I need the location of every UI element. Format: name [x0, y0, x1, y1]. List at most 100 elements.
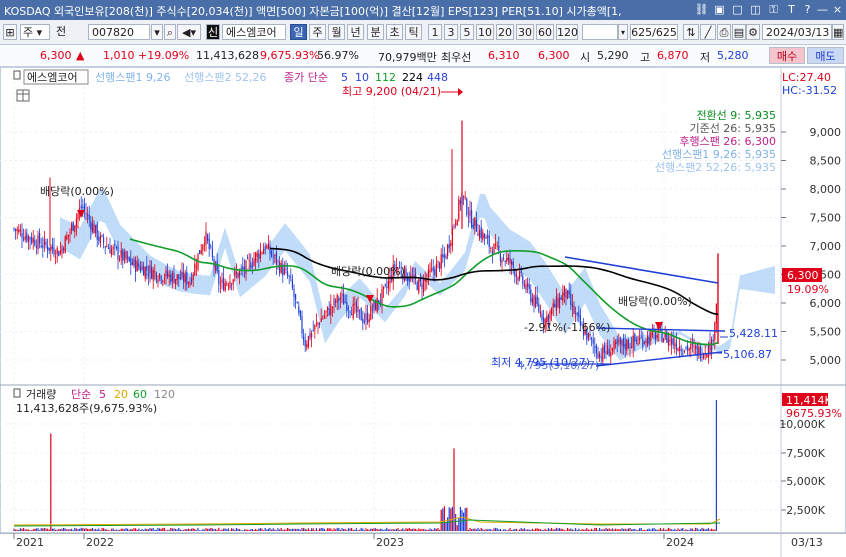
code-dropdown-icon[interactable]: ▾	[151, 24, 163, 40]
window-icon[interactable]: ▣	[712, 2, 727, 17]
candle-body	[149, 265, 151, 274]
candle-body	[13, 228, 15, 230]
volume-bar	[71, 528, 73, 531]
compare-icon[interactable]: ⇅	[683, 24, 699, 40]
interval-30[interactable]: 30	[516, 24, 534, 40]
settings-icon[interactable]: ⚙	[746, 24, 760, 40]
candle-body	[109, 246, 111, 254]
volume-bar	[291, 528, 293, 531]
save-icon[interactable]: ▤	[732, 24, 746, 40]
volume-bar	[429, 528, 431, 531]
candle-body	[615, 341, 617, 345]
candle-body	[175, 278, 177, 285]
sell-button[interactable]: 매도	[807, 47, 844, 64]
volume-bar	[456, 525, 458, 531]
interval-1[interactable]: 1	[428, 24, 442, 40]
interval-3[interactable]: 3	[444, 24, 458, 40]
volume-bar	[395, 528, 397, 531]
volume-bar	[355, 528, 357, 531]
volume-bar	[587, 529, 589, 531]
volume-bar	[63, 527, 65, 531]
key-icon[interactable]: ⚿	[766, 2, 781, 17]
interval-60[interactable]: 60	[536, 24, 554, 40]
candle-body	[434, 269, 436, 276]
volume-bar	[269, 527, 271, 531]
period-year[interactable]: 년	[347, 24, 364, 40]
volume-bar	[56, 529, 58, 531]
candle-body	[407, 277, 409, 281]
volume-pane-handle-icon[interactable]	[13, 388, 21, 398]
candle-body	[573, 305, 575, 314]
legend-stock-name: 에스엠코어	[27, 71, 78, 84]
period-month[interactable]: 월	[328, 24, 345, 40]
speaker-icon[interactable]: ◀▾	[177, 24, 201, 40]
count-field[interactable]: 625/625	[630, 24, 678, 40]
pane-handle-icon[interactable]	[13, 70, 21, 80]
volume-bar	[363, 530, 365, 531]
candle-body	[634, 333, 636, 342]
candle-body	[479, 229, 481, 239]
draw-icon[interactable]: ╱	[700, 24, 716, 40]
volume-bar	[280, 527, 282, 531]
candle-body	[285, 268, 287, 270]
candle-body	[706, 354, 708, 357]
date-field[interactable]: 2024/03/13	[762, 24, 832, 40]
volume-bar	[45, 528, 47, 531]
candle-body	[607, 345, 609, 354]
volume-bar	[299, 529, 301, 531]
period-second[interactable]: 초	[386, 24, 403, 40]
candle-body	[626, 339, 628, 351]
candle-body	[482, 232, 484, 240]
square-icon[interactable]: □	[730, 2, 745, 17]
candle-body	[144, 267, 146, 279]
volume-bar	[227, 528, 229, 531]
market-select[interactable]: 주 ▾	[20, 24, 50, 40]
candle-body	[650, 332, 652, 341]
candle-body	[165, 269, 167, 277]
interval-dropdown-icon[interactable]: ▾	[618, 24, 628, 40]
volume-bar	[386, 527, 388, 531]
volume-bar	[115, 529, 117, 531]
candle-body	[597, 352, 599, 359]
candle-body	[123, 252, 125, 261]
price-change: 1,010	[103, 49, 135, 62]
period-tick[interactable]: 틱	[405, 24, 422, 40]
price-tick-label: 7,500	[810, 212, 842, 225]
period-day[interactable]: 일	[290, 24, 307, 40]
price-chart[interactable]: 최고 9,200 (04/21) 배당락(0.00%) 배당락(0.00%) 배…	[0, 67, 846, 557]
interval-custom-input[interactable]	[582, 24, 618, 40]
volume-bar	[538, 528, 540, 531]
volume-bar	[659, 527, 661, 531]
volume-bar	[400, 529, 402, 531]
candle-body	[384, 284, 386, 286]
layout-icon[interactable]: ◫	[748, 2, 763, 17]
volume-bar	[279, 529, 281, 531]
high-annotation: 최고 9,200 (04/21)	[342, 85, 441, 98]
pin-icon[interactable]: T	[784, 2, 799, 17]
volume-bar	[691, 528, 693, 531]
calendar-icon[interactable]: ▦	[832, 24, 844, 40]
volume-bar	[23, 527, 25, 531]
interval-20[interactable]: 20	[496, 24, 514, 40]
buy-button[interactable]: 매수	[769, 47, 805, 64]
help-icon[interactable]: ?	[800, 2, 815, 17]
volume-bar	[448, 507, 450, 531]
search-icon[interactable]: ⌕	[164, 24, 176, 40]
period-minute[interactable]: 분	[367, 24, 384, 40]
trend-line-lower[interactable]	[595, 351, 723, 367]
volume-bar	[621, 528, 623, 531]
link-icon[interactable]: ⛓	[694, 2, 709, 17]
candle-body	[112, 246, 114, 249]
interval-120[interactable]: 120	[556, 24, 578, 40]
volume-bar	[69, 529, 71, 531]
grid-icon[interactable]: ⊞	[3, 24, 17, 40]
stock-code-input[interactable]: 007820	[88, 24, 150, 40]
close-icon[interactable]: ×	[830, 2, 845, 17]
volume-bar	[344, 528, 346, 531]
interval-5[interactable]: 5	[460, 24, 474, 40]
print-icon[interactable]: ⎙	[717, 24, 731, 40]
interval-10[interactable]: 10	[476, 24, 494, 40]
minimize-icon[interactable]: —	[815, 2, 830, 17]
volume-bar	[435, 529, 437, 531]
period-week[interactable]: 주	[309, 24, 326, 40]
